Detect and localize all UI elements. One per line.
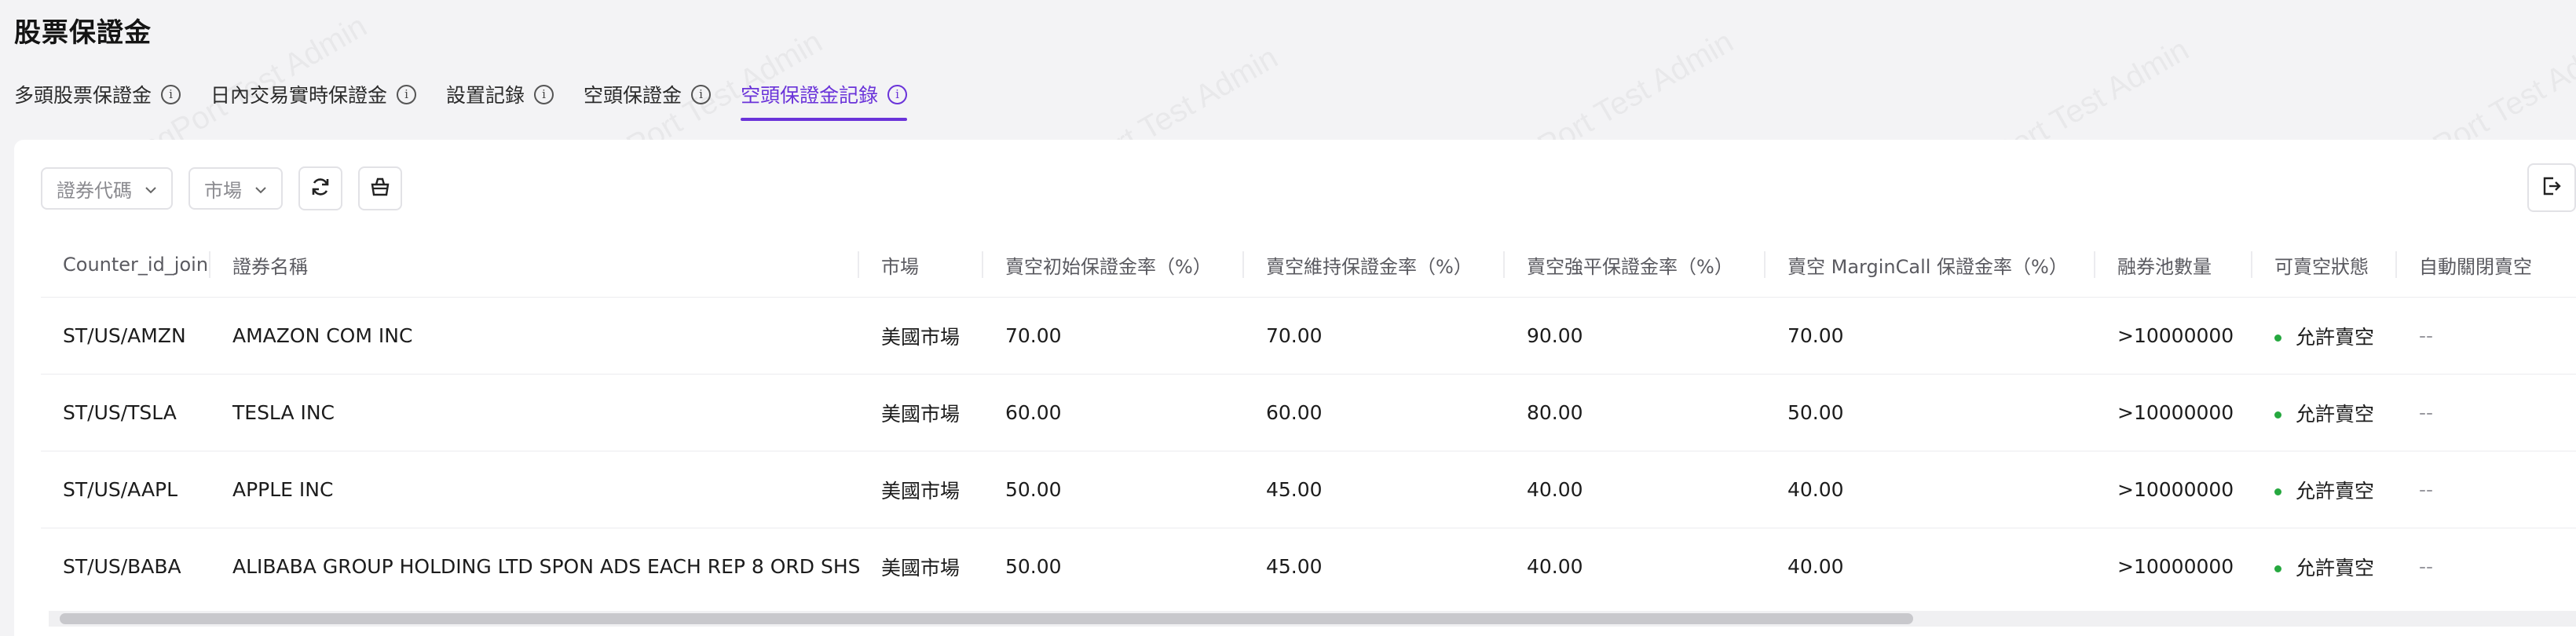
table-row[interactable]: ST/US/BABA ALIBABA GROUP HOLDING LTD SPO… — [41, 528, 2576, 601]
cell-market: 美國市場 — [859, 528, 983, 601]
cell-auto-close: -- — [2397, 374, 2576, 451]
cell-name: TESLA INC — [210, 374, 859, 451]
info-icon[interactable]: i — [161, 84, 181, 104]
cell-status: 允許賣空 — [2252, 374, 2397, 451]
tab-settings-log[interactable]: 設置記錄 i — [446, 72, 554, 116]
tab-label: 空頭保證金 — [584, 84, 682, 107]
cell-pool: >10000000 — [2095, 528, 2252, 601]
cell-name: APPLE INC — [210, 451, 859, 528]
chevron-down-icon — [145, 179, 157, 198]
status-text: 允許賣空 — [2296, 556, 2375, 579]
cell-initial: 50.00 — [983, 451, 1244, 528]
column-header[interactable]: 賣空維持保證金率（%） — [1244, 232, 1505, 298]
column-header[interactable]: Counter_id_join — [41, 232, 210, 298]
cell-initial: 50.00 — [983, 528, 1244, 601]
cell-market: 美國市場 — [859, 451, 983, 528]
cell-name: ALIBABA GROUP HOLDING LTD SPON ADS EACH … — [210, 528, 859, 601]
table-container: Counter_id_join 證券名稱 市場 賣空初始保證金率（%） 賣空維持… — [41, 232, 2576, 601]
column-header[interactable]: 自動關閉賣空 — [2397, 232, 2576, 298]
cell-initial: 60.00 — [983, 374, 1244, 451]
cell-auto-close: -- — [2397, 451, 2576, 528]
cell-maintenance: 45.00 — [1244, 451, 1505, 528]
cell-auto-close: -- — [2397, 297, 2576, 375]
market-select[interactable]: 市場 — [188, 167, 283, 210]
cell-margin-call: 50.00 — [1766, 374, 2095, 451]
short-margin-log-table: Counter_id_join 證券名稱 市場 賣空初始保證金率（%） 賣空維持… — [41, 232, 2576, 601]
info-icon[interactable]: i — [534, 84, 554, 104]
column-header[interactable]: 可賣空狀態 — [2252, 232, 2397, 298]
refresh-icon — [309, 176, 331, 201]
scrollbar-thumb[interactable] — [60, 613, 1913, 624]
info-icon[interactable]: i — [397, 84, 417, 104]
cell-liquidation: 40.00 — [1505, 451, 1766, 528]
column-header[interactable]: 融券池數量 — [2095, 232, 2252, 298]
cell-pool: >10000000 — [2095, 297, 2252, 375]
chevron-down-icon — [254, 179, 267, 198]
table-row[interactable]: ST/US/AAPL APPLE INC 美國市場 50.00 45.00 40… — [41, 451, 2576, 528]
cell-name: AMAZON COM INC — [210, 297, 859, 375]
cell-margin-call: 40.00 — [1766, 528, 2095, 601]
tab-long-stock-margin[interactable]: 多頭股票保證金 i — [14, 72, 181, 116]
tab-intraday-margin[interactable]: 日內交易實時保證金 i — [210, 72, 417, 116]
cell-liquidation: 80.00 — [1505, 374, 1766, 451]
page-title: 股票保證金 — [14, 17, 152, 49]
column-header[interactable]: 市場 — [859, 232, 983, 298]
column-header[interactable]: 賣空 MarginCall 保證金率（%） — [1766, 232, 2095, 298]
cell-liquidation: 90.00 — [1505, 297, 1766, 375]
tab-label: 日內交易實時保證金 — [210, 84, 388, 107]
cell-status: 允許賣空 — [2252, 528, 2397, 601]
cell-counter: ST/US/BABA — [41, 528, 210, 601]
tab-label: 空頭保證金記錄 — [741, 84, 879, 107]
status-text: 允許賣空 — [2296, 325, 2375, 349]
tab-bar: 多頭股票保證金 i 日內交易實時保證金 i 設置記錄 i 空頭保證金 i 空頭保證金記錄… — [14, 72, 937, 122]
cell-counter: ST/US/AAPL — [41, 451, 210, 528]
status-dot — [2274, 565, 2281, 572]
cell-initial: 70.00 — [983, 297, 1244, 375]
cell-maintenance: 70.00 — [1244, 297, 1505, 375]
refresh-button[interactable] — [298, 166, 342, 210]
select-placeholder: 市場 — [204, 179, 242, 202]
basket-button[interactable] — [358, 166, 402, 210]
cell-maintenance: 60.00 — [1244, 374, 1505, 451]
cell-counter: ST/US/AMZN — [41, 297, 210, 375]
cell-pool: >10000000 — [2095, 374, 2252, 451]
cell-counter: ST/US/TSLA — [41, 374, 210, 451]
info-icon[interactable]: i — [691, 84, 712, 104]
cell-liquidation: 40.00 — [1505, 528, 1766, 601]
column-header[interactable]: 賣空初始保證金率（%） — [983, 232, 1244, 298]
cell-status: 允許賣空 — [2252, 297, 2397, 375]
cell-maintenance: 45.00 — [1244, 528, 1505, 601]
status-dot — [2274, 334, 2281, 342]
cell-market: 美國市場 — [859, 297, 983, 375]
tab-short-margin-log[interactable]: 空頭保證金記錄 i — [741, 72, 908, 121]
info-icon[interactable]: i — [887, 84, 908, 104]
export-icon — [2541, 175, 2563, 200]
cell-pool: >10000000 — [2095, 451, 2252, 528]
tab-short-margin[interactable]: 空頭保證金 i — [584, 72, 712, 116]
basket-icon — [369, 176, 391, 201]
table-header-row: Counter_id_join 證券名稱 市場 賣空初始保證金率（%） 賣空維持… — [41, 232, 2576, 298]
column-header[interactable]: 賣空強平保證金率（%） — [1505, 232, 1766, 298]
tab-label: 多頭股票保證金 — [14, 84, 152, 107]
status-dot — [2274, 411, 2281, 419]
content-panel: 證券代碼 市場 Counter_id_join 證券名稱 市場 賣空初始保證金率… — [14, 140, 2576, 636]
status-text: 允許賣空 — [2296, 402, 2375, 426]
status-text: 允許賣空 — [2296, 479, 2375, 503]
filter-toolbar: 證券代碼 市場 — [41, 166, 418, 210]
select-placeholder: 證券代碼 — [57, 179, 132, 202]
cell-market: 美國市場 — [859, 374, 983, 451]
table-row[interactable]: ST/US/TSLA TESLA INC 美國市場 60.00 60.00 80… — [41, 374, 2576, 451]
cell-auto-close: -- — [2397, 528, 2576, 601]
security-code-select[interactable]: 證券代碼 — [41, 167, 173, 210]
cell-status: 允許賣空 — [2252, 451, 2397, 528]
cell-margin-call: 40.00 — [1766, 451, 2095, 528]
table-row[interactable]: ST/US/AMZN AMAZON COM INC 美國市場 70.00 70.… — [41, 297, 2576, 375]
status-dot — [2274, 488, 2281, 495]
cell-margin-call: 70.00 — [1766, 297, 2095, 375]
tab-label: 設置記錄 — [446, 84, 525, 107]
horizontal-scrollbar[interactable] — [49, 611, 2576, 627]
export-button[interactable] — [2527, 163, 2576, 212]
column-header[interactable]: 證券名稱 — [210, 232, 859, 298]
